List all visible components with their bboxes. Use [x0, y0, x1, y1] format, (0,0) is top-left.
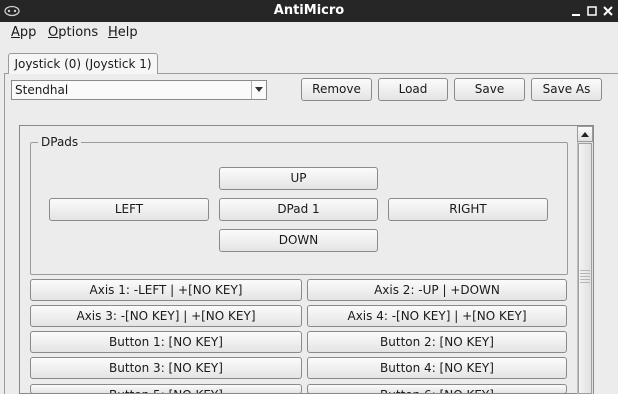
dpad-up-button[interactable]: UP: [219, 167, 378, 190]
menu-app-mnemonic: A: [11, 25, 20, 40]
dpads-group-title: DPads: [38, 135, 82, 149]
window-title: AntiMicro: [273, 3, 345, 18]
button-4-button[interactable]: Button 4: [NO KEY]: [307, 357, 567, 379]
profile-select-value: Stendhal: [15, 83, 69, 97]
menu-help[interactable]: Help: [108, 22, 138, 44]
dpad-down-button[interactable]: DOWN: [219, 229, 378, 252]
menu-options-label: ptions: [58, 25, 99, 40]
menu-app-label: pp: [19, 25, 37, 40]
menu-help-label: elp: [117, 25, 138, 40]
button-3-button[interactable]: Button 3: [NO KEY]: [30, 357, 302, 379]
scrollbar-grip: [580, 282, 590, 283]
close-icon[interactable]: [600, 3, 616, 19]
scrollbar-grip: [580, 279, 590, 280]
maximize-icon[interactable]: [584, 3, 600, 19]
dpad-center-button[interactable]: DPad 1: [219, 198, 378, 221]
axis-3-button[interactable]: Axis 3: -[NO KEY] | +[NO KEY]: [30, 305, 302, 327]
menu-options[interactable]: Options: [48, 22, 98, 44]
menu-app[interactable]: App: [11, 22, 36, 44]
axis-4-button[interactable]: Axis 4: -[NO KEY] | +[NO KEY]: [307, 305, 567, 327]
button-5-button[interactable]: Button 5: [NO KEY]: [30, 384, 302, 394]
dropdown-arrow-icon[interactable]: [251, 81, 266, 99]
axis-2-button[interactable]: Axis 2: -UP | +DOWN: [307, 279, 567, 301]
save-as-button[interactable]: Save As: [531, 78, 602, 101]
dpad-left-button[interactable]: LEFT: [49, 198, 209, 221]
save-button[interactable]: Save: [454, 78, 525, 101]
scrollbar-thumb[interactable]: [578, 143, 592, 394]
button-1-button[interactable]: Button 1: [NO KEY]: [30, 331, 302, 353]
dpad-right-button[interactable]: RIGHT: [388, 198, 548, 221]
button-6-button[interactable]: Button 6: [NO KEY]: [307, 384, 567, 394]
load-button[interactable]: Load: [378, 78, 448, 101]
scrollbar-grip: [580, 270, 590, 271]
remove-button[interactable]: Remove: [301, 78, 372, 101]
axis-1-button[interactable]: Axis 1: -LEFT | +[NO KEY]: [30, 279, 302, 301]
scrollbar-grip: [580, 276, 590, 277]
minimize-icon[interactable]: [568, 3, 584, 19]
menu-options-mnemonic: O: [48, 25, 59, 40]
tab-joystick-0[interactable]: Joystick (0) (Joystick 1): [8, 53, 158, 74]
scrollbar-grip: [580, 273, 590, 274]
button-2-button[interactable]: Button 2: [NO KEY]: [307, 331, 567, 353]
menu-help-mnemonic: H: [108, 25, 118, 40]
scroll-up-arrow-icon[interactable]: [577, 126, 593, 142]
